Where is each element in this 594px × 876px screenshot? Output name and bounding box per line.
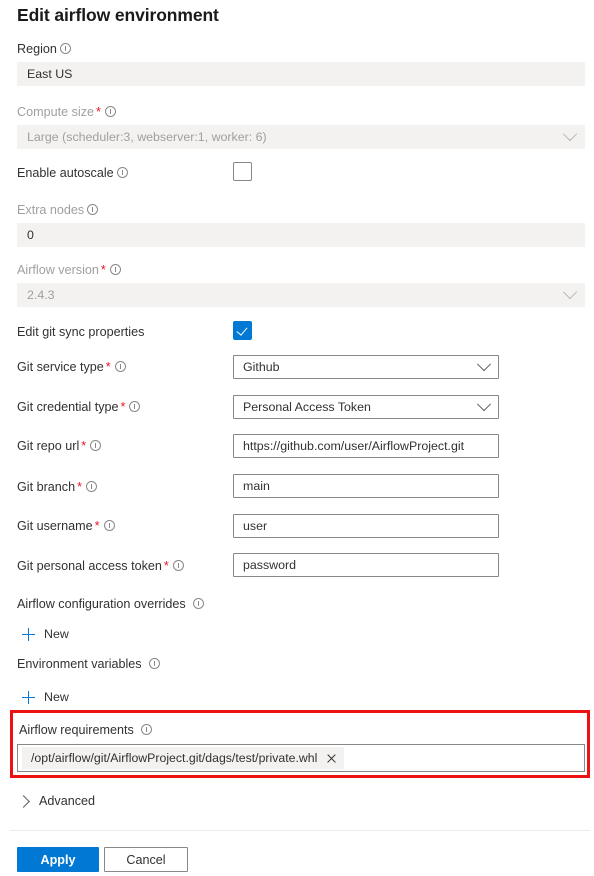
chevron-down-icon bbox=[477, 397, 491, 411]
required-marker: * bbox=[104, 360, 112, 374]
info-icon[interactable] bbox=[87, 204, 98, 215]
edit-git-sync-label: Edit git sync properties bbox=[17, 325, 144, 339]
info-icon[interactable] bbox=[104, 520, 115, 531]
plus-icon bbox=[22, 691, 35, 704]
chevron-right-icon bbox=[17, 795, 30, 808]
config-overrides-new-label: New bbox=[44, 627, 69, 641]
git-repo-url-label: Git repo url* bbox=[17, 439, 101, 453]
git-token-input[interactable]: password bbox=[233, 553, 499, 577]
git-service-type-label: Git service type* bbox=[17, 360, 126, 374]
git-credential-type-dropdown[interactable]: Personal Access Token bbox=[233, 395, 499, 419]
required-marker: * bbox=[93, 519, 101, 533]
airflow-requirements-input[interactable]: /opt/airflow/git/AirflowProject.git/dags… bbox=[17, 744, 585, 772]
environment-variables-label-text: Environment variables bbox=[17, 657, 142, 671]
airflow-requirements-chip[interactable]: /opt/airflow/git/AirflowProject.git/dags… bbox=[22, 747, 344, 769]
required-marker: * bbox=[94, 105, 102, 119]
compute-size-label: Compute size* bbox=[17, 105, 116, 119]
region-label-text: Region bbox=[17, 42, 57, 56]
info-icon[interactable] bbox=[110, 264, 121, 275]
compute-size-dropdown: Large (scheduler:3, webserver:1, worker:… bbox=[17, 125, 585, 149]
close-icon[interactable] bbox=[326, 753, 337, 764]
extra-nodes-label: Extra nodes bbox=[17, 203, 98, 217]
git-token-label-text: Git personal access token bbox=[17, 559, 162, 573]
info-icon[interactable] bbox=[193, 598, 204, 609]
compute-size-label-text: Compute size bbox=[17, 105, 94, 119]
config-overrides-label: Airflow configuration overrides bbox=[17, 597, 204, 611]
region-label: Region bbox=[17, 42, 71, 56]
enable-autoscale-label: Enable autoscale bbox=[17, 166, 128, 180]
cancel-button[interactable]: Cancel bbox=[104, 847, 188, 872]
page-title: Edit airflow environment bbox=[17, 5, 219, 26]
info-icon[interactable] bbox=[149, 658, 160, 669]
git-token-label: Git personal access token* bbox=[17, 559, 184, 573]
git-branch-label: Git branch* bbox=[17, 480, 97, 494]
info-icon[interactable] bbox=[86, 481, 97, 492]
git-credential-type-value: Personal Access Token bbox=[243, 400, 371, 414]
git-repo-url-label-text: Git repo url bbox=[17, 439, 79, 453]
airflow-version-label-text: Airflow version bbox=[17, 263, 99, 277]
footer-divider bbox=[10, 830, 590, 831]
required-marker: * bbox=[162, 559, 170, 573]
enable-autoscale-checkbox[interactable] bbox=[233, 162, 252, 181]
airflow-version-value: 2.4.3 bbox=[27, 288, 55, 302]
required-marker: * bbox=[79, 439, 87, 453]
required-marker: * bbox=[119, 400, 127, 414]
environment-variables-label: Environment variables bbox=[17, 657, 160, 671]
git-branch-label-text: Git branch bbox=[17, 480, 75, 494]
edit-git-sync-label-text: Edit git sync properties bbox=[17, 325, 144, 339]
git-username-input[interactable]: user bbox=[233, 514, 499, 538]
enable-autoscale-label-text: Enable autoscale bbox=[17, 166, 114, 180]
airflow-requirements-label: Airflow requirements bbox=[19, 723, 152, 737]
info-icon[interactable] bbox=[129, 401, 140, 412]
info-icon[interactable] bbox=[60, 43, 71, 54]
airflow-requirements-chip-label: /opt/airflow/git/AirflowProject.git/dags… bbox=[31, 751, 317, 765]
region-field: East US bbox=[17, 62, 585, 86]
info-icon[interactable] bbox=[117, 167, 128, 178]
airflow-version-label: Airflow version* bbox=[17, 263, 121, 277]
environment-variables-new-button[interactable]: New bbox=[22, 690, 69, 704]
info-icon[interactable] bbox=[105, 106, 116, 117]
chevron-down-icon bbox=[563, 285, 577, 299]
git-service-type-dropdown[interactable]: Github bbox=[233, 355, 499, 379]
git-service-type-label-text: Git service type bbox=[17, 360, 104, 374]
edit-airflow-environment-panel: Edit airflow environment Region East US … bbox=[0, 0, 594, 876]
environment-variables-new-label: New bbox=[44, 690, 69, 704]
required-marker: * bbox=[75, 480, 83, 494]
info-icon[interactable] bbox=[115, 361, 126, 372]
git-username-label: Git username* bbox=[17, 519, 115, 533]
info-icon[interactable] bbox=[173, 560, 184, 571]
git-credential-type-label-text: Git credential type bbox=[17, 400, 119, 414]
git-service-type-value: Github bbox=[243, 360, 280, 374]
info-icon[interactable] bbox=[141, 724, 152, 735]
git-username-label-text: Git username bbox=[17, 519, 93, 533]
chevron-down-icon bbox=[477, 357, 491, 371]
git-repo-url-input[interactable]: https://github.com/user/AirflowProject.g… bbox=[233, 434, 499, 458]
plus-icon bbox=[22, 628, 35, 641]
compute-size-value: Large (scheduler:3, webserver:1, worker:… bbox=[27, 130, 267, 144]
airflow-requirements-label-text: Airflow requirements bbox=[19, 723, 134, 737]
advanced-label: Advanced bbox=[39, 794, 95, 808]
git-branch-input[interactable]: main bbox=[233, 474, 499, 498]
info-icon[interactable] bbox=[90, 440, 101, 451]
advanced-section-toggle[interactable]: Advanced bbox=[19, 794, 95, 808]
chevron-down-icon bbox=[563, 127, 577, 141]
extra-nodes-label-text: Extra nodes bbox=[17, 203, 84, 217]
git-credential-type-label: Git credential type* bbox=[17, 400, 140, 414]
required-marker: * bbox=[99, 263, 107, 277]
edit-git-sync-checkbox[interactable] bbox=[233, 321, 252, 340]
extra-nodes-field: 0 bbox=[17, 223, 585, 247]
config-overrides-new-button[interactable]: New bbox=[22, 627, 69, 641]
apply-button[interactable]: Apply bbox=[17, 847, 99, 872]
config-overrides-label-text: Airflow configuration overrides bbox=[17, 597, 186, 611]
airflow-version-dropdown: 2.4.3 bbox=[17, 283, 585, 307]
